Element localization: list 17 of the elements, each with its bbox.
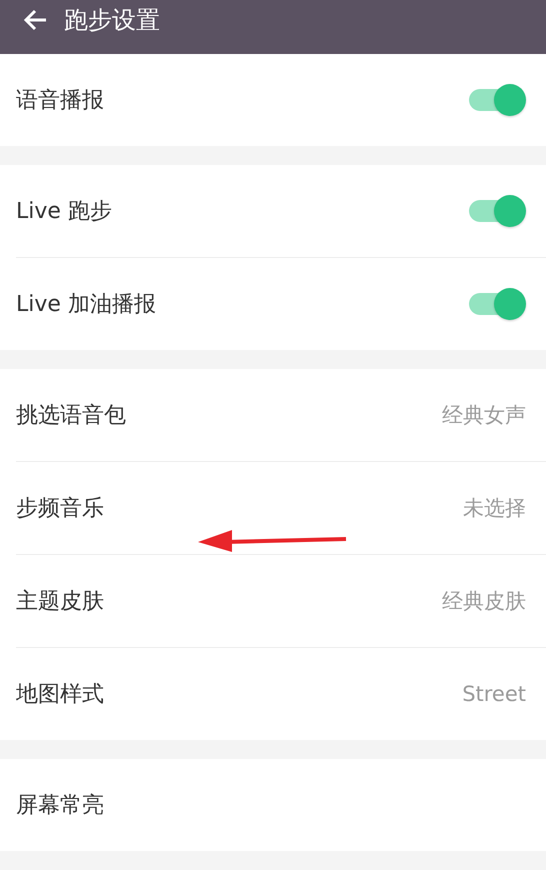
setting-label: 挑选语音包 bbox=[16, 402, 126, 430]
setting-label: 主题皮肤 bbox=[16, 588, 104, 616]
setting-label: 地图样式 bbox=[16, 681, 104, 709]
setting-value[interactable]: 经典皮肤 bbox=[442, 587, 526, 615]
setting-label: Live 加油播报 bbox=[16, 291, 156, 319]
setting-label: 语音播报 bbox=[16, 87, 104, 115]
setting-label: 屏幕常亮 bbox=[16, 792, 104, 820]
setting-value[interactable]: 未选择 bbox=[463, 494, 526, 522]
toggle-switch[interactable] bbox=[468, 84, 526, 116]
toggle-switch[interactable] bbox=[468, 195, 526, 227]
setting-value[interactable]: 经典女声 bbox=[442, 401, 526, 429]
page-title: 跑步设置 bbox=[64, 5, 160, 36]
setting-value[interactable]: Street bbox=[462, 682, 526, 706]
toggle-switch[interactable] bbox=[468, 288, 526, 320]
setting-label: Live 跑步 bbox=[16, 198, 112, 226]
back-icon[interactable] bbox=[22, 8, 48, 32]
setting-label: 步频音乐 bbox=[16, 495, 104, 523]
